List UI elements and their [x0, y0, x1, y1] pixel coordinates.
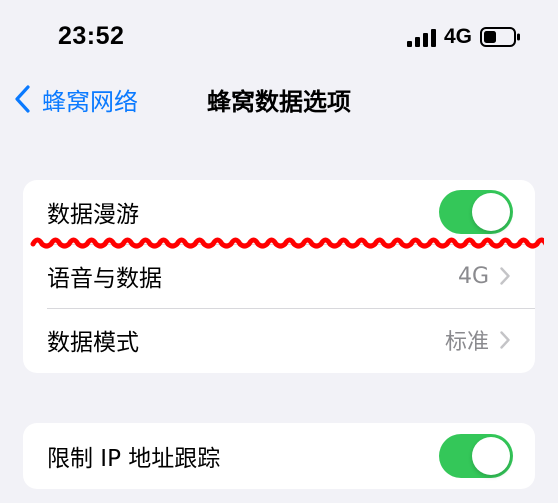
battery-icon: [480, 27, 520, 47]
toggle-knob: [472, 193, 510, 231]
network-type-label: 4G: [444, 25, 473, 48]
toggle-knob: [472, 437, 510, 475]
data-mode-value: 标准: [444, 330, 489, 355]
status-time: 23:52: [58, 22, 125, 50]
voice-and-data-row[interactable]: 语音与数据 4G: [23, 244, 535, 308]
cellular-signal-icon: [407, 29, 436, 47]
data-mode-row[interactable]: 数据模式 标准: [23, 308, 535, 372]
limit-ip-tracking-toggle[interactable]: [439, 434, 513, 478]
limit-ip-tracking-row: 限制 IP 地址跟踪: [23, 423, 535, 489]
voice-and-data-value: 4G: [457, 263, 489, 289]
page-title: 蜂窝数据选项: [0, 82, 558, 117]
limit-ip-tracking-label: 限制 IP 地址跟踪: [47, 446, 221, 472]
chevron-right-icon: [500, 331, 510, 349]
cellular-options-group: 数据漫游 语音与数据 4G 数据模式 标准: [23, 180, 535, 373]
data-roaming-label: 数据漫游: [47, 202, 139, 228]
data-roaming-toggle[interactable]: [439, 190, 513, 234]
footer-text-cutoff: [40, 493, 510, 503]
voice-and-data-label: 语音与数据: [47, 266, 162, 292]
data-mode-label: 数据模式: [47, 330, 139, 356]
page-title-text: 蜂窝数据选项: [207, 88, 351, 116]
red-squiggle-annotation: [30, 237, 544, 249]
chevron-right-icon: [500, 267, 510, 285]
ip-tracking-group: 限制 IP 地址跟踪: [23, 423, 535, 489]
